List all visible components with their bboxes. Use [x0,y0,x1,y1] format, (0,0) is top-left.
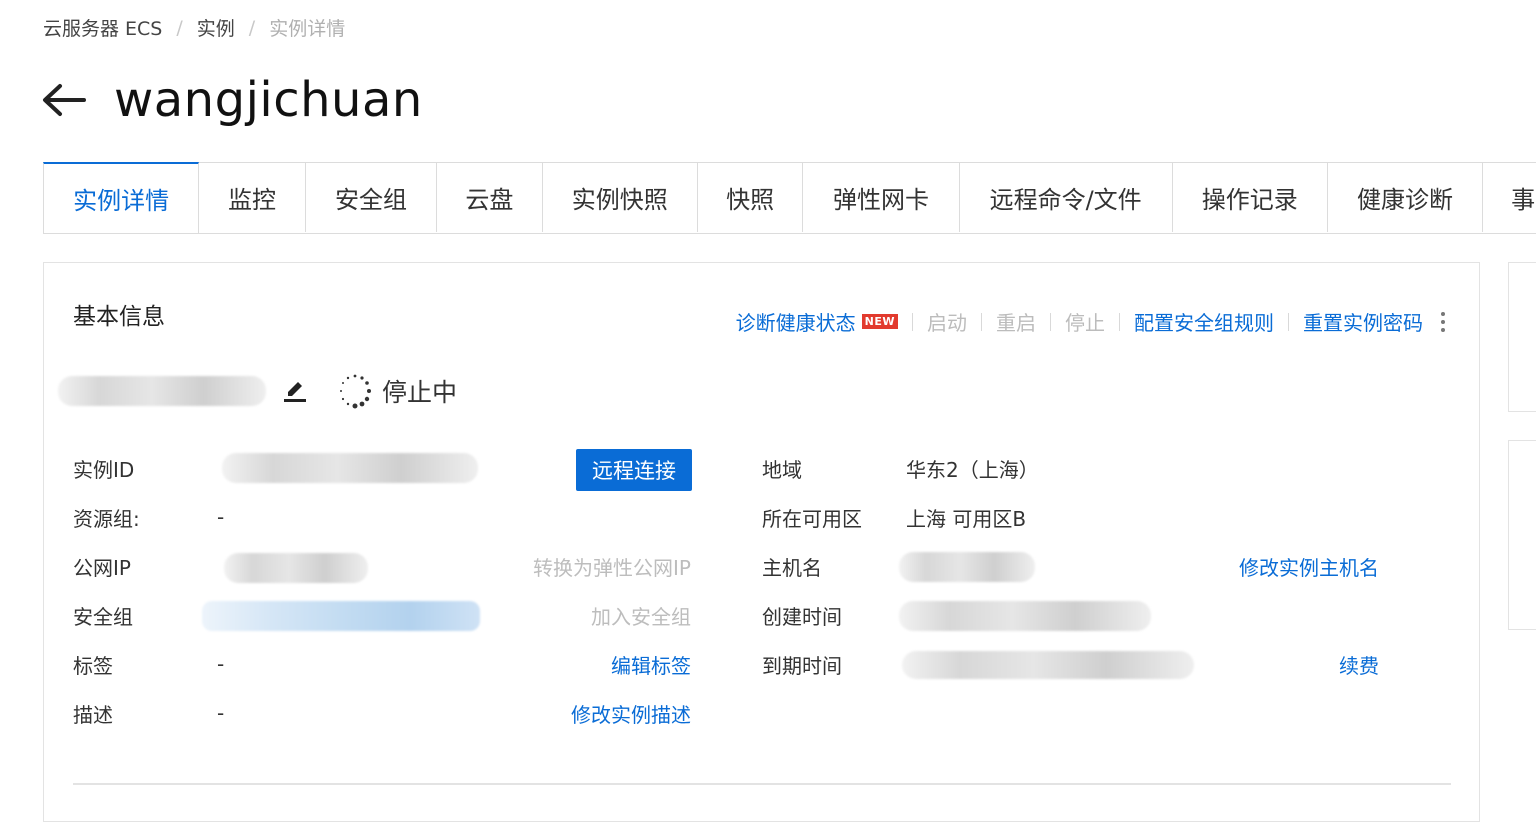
back-arrow-icon[interactable] [40,76,88,124]
expire-time-redacted [902,651,1194,679]
public-ip-label: 公网IP [73,555,131,580]
tab-bar: 实例详情 监控 安全组 云盘 实例快照 快照 弹性网卡 远程命令/文件 操作记录… [43,162,1536,234]
security-group-row: 安全组 [73,600,133,630]
region-label: 地域 [762,457,802,482]
title-row: wangjichuan [40,72,423,128]
divider-line [73,783,1451,785]
instance-status: 停止中 [382,378,458,407]
tab-remote-commands[interactable]: 远程命令/文件 [959,162,1173,232]
new-badge: NEW [861,314,898,329]
configure-sg-rules-link[interactable]: 配置安全组规则 [1134,307,1274,336]
tab-eni[interactable]: 弹性网卡 [803,162,960,232]
edit-name-icon[interactable] [282,378,308,404]
breadcrumb-separator: / [248,16,256,39]
tab-disks[interactable]: 云盘 [437,162,543,232]
tags-label: 标签 [73,653,113,678]
start-button[interactable]: 启动 [927,307,967,336]
description-label: 描述 [73,702,113,727]
hostname-redacted [899,552,1035,582]
diagnose-health-link[interactable]: 诊断健康状态 [736,307,856,336]
page-title: wangjichuan [114,72,423,128]
description-row: 描述 [73,698,113,728]
region-value: 华东2（上海） [906,457,1039,482]
breadcrumb-current: 实例详情 [269,18,346,40]
public-ip-row: 公网IP [73,551,131,581]
edit-description-link[interactable]: 修改实例描述 [571,698,691,728]
edit-hostname-link[interactable]: 修改实例主机名 [1239,551,1379,581]
tab-instance-snapshots[interactable]: 实例快照 [542,162,698,232]
zone-label: 所在可用区 [762,506,862,531]
loading-spinner-icon [336,372,374,410]
renew-link[interactable]: 续费 [1339,649,1379,679]
security-group-label: 安全组 [73,604,133,629]
edit-tags-link[interactable]: 编辑标签 [611,649,691,679]
divider [1119,312,1120,331]
resource-group-label: 资源组: [73,506,140,531]
restart-button[interactable]: 重启 [996,307,1036,336]
join-sg-link[interactable]: 加入安全组 [591,600,691,630]
reset-password-link[interactable]: 重置实例密码 [1303,307,1423,336]
tab-monitoring[interactable]: 监控 [199,162,306,232]
instance-name-redacted [58,376,266,406]
description-value: - [217,701,225,725]
action-bar: 诊断健康状态 NEW 启动 重启 停止 配置安全组规则 重置实例密码 [736,307,1445,336]
divider [1288,312,1289,331]
security-group-redacted[interactable] [202,601,480,631]
convert-eip-link[interactable]: 转换为弹性公网IP [533,551,691,581]
breadcrumb-ecs[interactable]: 云服务器 ECS [43,14,162,41]
tab-snapshots[interactable]: 快照 [697,162,804,232]
basic-info-card: 基本信息 诊断健康状态 NEW 启动 重启 停止 配置安全组规则 重置实例密码 [43,262,1480,822]
zone-value: 上海 可用区B [906,506,1027,531]
tab-events[interactable]: 事 [1483,162,1536,232]
tags-value: - [217,652,225,676]
divider [912,312,913,331]
resource-group-row: 资源组: [73,502,140,532]
side-panel [1508,440,1536,630]
divider [1050,312,1051,331]
instance-name-row: 停止中 [58,371,457,411]
tags-row: 标签 [73,649,113,679]
expire-time-label: 到期时间 [762,653,842,678]
tab-operation-logs[interactable]: 操作记录 [1172,162,1328,232]
instance-id-redacted [222,453,478,483]
created-time-label: 创建时间 [762,604,842,629]
card-title: 基本信息 [73,304,165,330]
tab-health-diagnosis[interactable]: 健康诊断 [1327,162,1484,232]
remote-connect-button[interactable]: 远程连接 [576,449,692,491]
tab-security-groups[interactable]: 安全组 [305,162,438,232]
side-panel [1508,262,1536,412]
breadcrumb-separator: / [176,16,183,39]
breadcrumb: 云服务器 ECS / 实例 / 实例详情 [43,14,345,41]
tab-instance-details[interactable]: 实例详情 [43,162,200,233]
instance-id-label: 实例ID [73,457,135,482]
breadcrumb-instances[interactable]: 实例 [197,14,235,41]
public-ip-redacted [224,553,368,583]
instance-id-row: 实例ID [73,453,134,483]
created-time-redacted [899,601,1151,631]
hostname-label: 主机名 [762,555,822,580]
more-vertical-icon[interactable] [1441,311,1445,332]
divider [981,312,982,331]
resource-group-value: - [217,505,225,529]
stop-button[interactable]: 停止 [1065,307,1105,336]
